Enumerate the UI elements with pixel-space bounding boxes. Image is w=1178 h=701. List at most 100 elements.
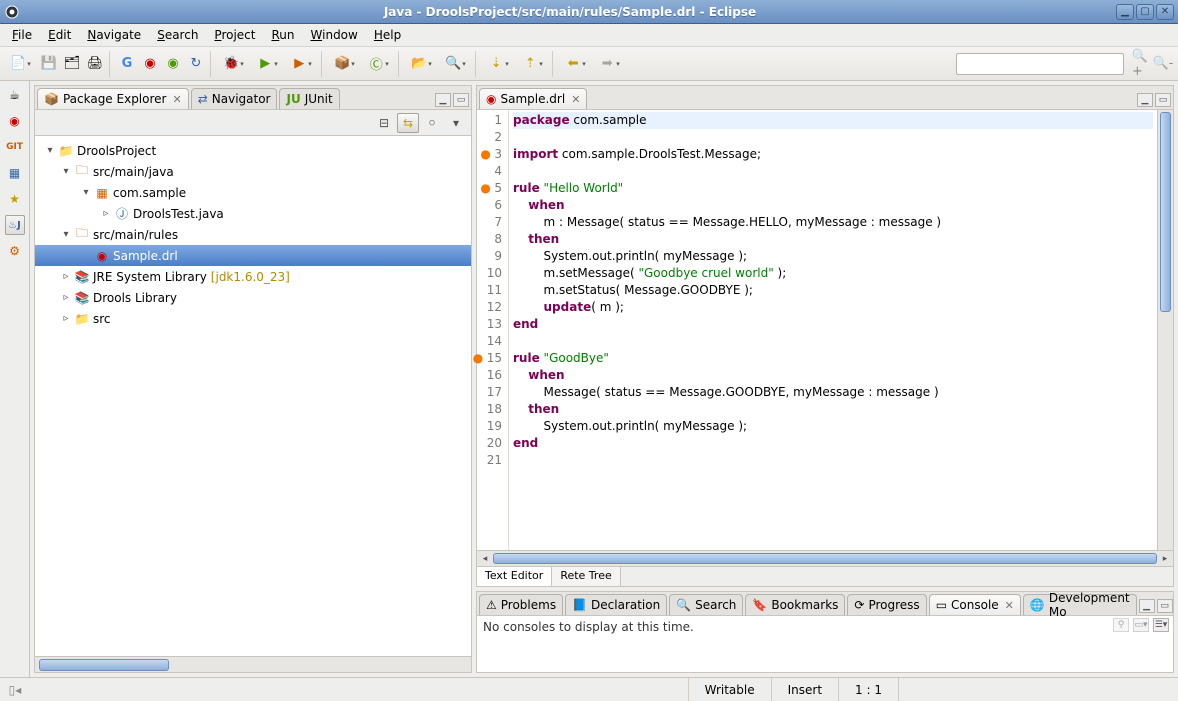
collapse-all-button[interactable]: ⊟ [373, 113, 395, 133]
expand-toggle-icon[interactable]: ▹ [99, 208, 113, 219]
filters-button[interactable]: ⚪ [421, 113, 443, 133]
view-tab-package-explorer[interactable]: 📦Package Explorer✕ [37, 88, 189, 109]
view-menu-button[interactable]: ▾ [445, 113, 467, 133]
app-icon [4, 4, 20, 20]
back-button[interactable]: ⬅▾ [559, 51, 592, 77]
new-button[interactable]: 📄▾ [4, 51, 37, 77]
maximize-view-button[interactable]: ▭ [1155, 93, 1171, 107]
editor-subtab-text-editor[interactable]: Text Editor [477, 567, 552, 586]
maximize-button[interactable]: ▢ [1136, 4, 1154, 20]
tree-item[interactable]: ▾📁DroolsProject [35, 140, 471, 161]
new-class-button[interactable]: Ⓒ▾ [362, 51, 395, 77]
fastview-data-button[interactable]: ▦ [5, 163, 25, 183]
menu-search[interactable]: Search [149, 25, 206, 45]
red-tool-button[interactable]: ◉ [139, 51, 161, 77]
editor-horizontal-scrollbar[interactable]: ◂▸ [477, 550, 1173, 566]
open-type-button[interactable]: 📂▾ [405, 51, 438, 77]
menu-window[interactable]: Window [303, 25, 366, 45]
annotation-prev-button[interactable]: ⇡▾ [516, 51, 549, 77]
menu-help[interactable]: Help [366, 25, 409, 45]
green-tool-button[interactable]: ◉ [162, 51, 184, 77]
tree-item-icon: ▦ [93, 186, 111, 200]
print-button[interactable]: 🖨 [84, 51, 106, 77]
view-tab-navigator[interactable]: ⇄Navigator [191, 88, 278, 109]
fastview-drools-button[interactable]: ◉ [5, 111, 25, 131]
save-all-button[interactable]: 🗂 [61, 51, 83, 77]
editor-subtab-rete-tree[interactable]: Rete Tree [552, 567, 620, 586]
vertical-scrollbar[interactable] [1157, 110, 1173, 550]
refresh-button[interactable]: ↻ [185, 51, 207, 77]
menu-navigate[interactable]: Navigate [79, 25, 149, 45]
annotation-next-button[interactable]: ⇣▾ [482, 51, 515, 77]
google-button[interactable]: G [116, 51, 138, 77]
menu-edit[interactable]: Edit [40, 25, 79, 45]
bottom-tab-console[interactable]: ▭Console✕ [929, 594, 1021, 615]
fastview-other-button[interactable]: ⚙ [5, 241, 25, 261]
zoom-in-button[interactable]: 🔍+ [1129, 51, 1151, 77]
bottom-tab-declaration[interactable]: 📘Declaration [565, 594, 667, 615]
expand-toggle-icon[interactable]: ▾ [59, 229, 73, 240]
tree-item[interactable]: ▹📚Drools Library [35, 287, 471, 308]
tree-item[interactable]: ▹📚JRE System Library[jdk1.6.0_23] [35, 266, 471, 287]
zoom-out-button[interactable]: 🔍- [1152, 51, 1174, 77]
tree-item[interactable]: ◉Sample.drl [35, 245, 471, 266]
tree-item[interactable]: ▹ⒿDroolsTest.java [35, 203, 471, 224]
tree-item[interactable]: ▹📁src [35, 308, 471, 329]
search-button[interactable]: 🔍▾ [439, 51, 472, 77]
quick-access-input[interactable] [956, 53, 1124, 75]
close-icon[interactable]: ✕ [571, 93, 580, 106]
run-last-button[interactable]: ▶▾ [285, 51, 318, 77]
link-with-editor-button[interactable]: ⇆ [397, 113, 419, 133]
expand-toggle-icon[interactable]: ▾ [79, 187, 93, 198]
debug-button[interactable]: 🐞▾ [217, 51, 250, 77]
code-editor[interactable]: package com.sample import com.sample.Dro… [509, 110, 1157, 550]
tree-item[interactable]: ▾▦com.sample [35, 182, 471, 203]
menu-file[interactable]: File [4, 25, 40, 45]
fastview-java-button[interactable]: ☕ [5, 85, 25, 105]
menu-run[interactable]: Run [263, 25, 302, 45]
minimize-view-button[interactable]: ▁ [1137, 93, 1153, 107]
tree-item[interactable]: ▾🗀src/main/rules [35, 224, 471, 245]
close-button[interactable]: ✕ [1156, 4, 1174, 20]
expand-toggle-icon[interactable]: ▾ [59, 166, 73, 177]
bottom-tab-progress[interactable]: ⟳Progress [847, 594, 926, 615]
pin-console-button[interactable]: ⚲ [1113, 618, 1129, 632]
view-tab-junit[interactable]: JUJUnit [279, 88, 339, 109]
new-package-button[interactable]: 📦▾ [328, 51, 361, 77]
minimize-view-button[interactable]: ▁ [435, 93, 451, 107]
fastview-git-button[interactable]: GIT [5, 137, 25, 157]
fastview-search-button[interactable]: ★ [5, 189, 25, 209]
expand-toggle-icon[interactable]: ▹ [59, 271, 73, 282]
menubar: FileEditNavigateSearchProjectRunWindowHe… [0, 24, 1178, 47]
horizontal-scrollbar[interactable] [35, 656, 471, 672]
menu-project[interactable]: Project [206, 25, 263, 45]
editor-gutter[interactable]: 123456789101112131415161718192021 [477, 110, 509, 550]
display-console-button[interactable]: ▭▾ [1133, 618, 1149, 632]
package-explorer-tree[interactable]: ▾📁DroolsProject▾🗀src/main/java▾▦com.samp… [35, 136, 471, 656]
editor-tab-sample[interactable]: ◉ Sample.drl ✕ [479, 88, 587, 109]
tree-item[interactable]: ▾🗀src/main/java [35, 161, 471, 182]
open-console-button[interactable]: ☰▾ [1153, 618, 1169, 632]
minimize-view-button[interactable]: ▁ [1139, 599, 1155, 613]
close-icon[interactable]: ✕ [1005, 599, 1014, 612]
close-icon[interactable]: ✕ [172, 93, 181, 106]
forward-button[interactable]: ➡▾ [593, 51, 626, 77]
tab-icon: 🔍 [676, 598, 691, 612]
maximize-view-button[interactable]: ▭ [1157, 599, 1173, 613]
expand-toggle-icon[interactable]: ▹ [59, 292, 73, 303]
tree-item-label: src [93, 312, 111, 326]
save-button[interactable]: 💾 [38, 51, 60, 77]
tree-item-label: com.sample [113, 186, 186, 200]
fastview-indicator-icon[interactable]: ▯◂ [9, 683, 22, 697]
bottom-tab-bookmarks[interactable]: 🔖Bookmarks [745, 594, 845, 615]
expand-toggle-icon[interactable]: ▹ [59, 313, 73, 324]
tab-icon: 🔖 [752, 598, 767, 612]
minimize-button[interactable]: ▁ [1116, 4, 1134, 20]
fastview-java-persp-button[interactable]: ♨J [5, 215, 25, 235]
expand-toggle-icon[interactable]: ▾ [43, 145, 57, 156]
bottom-tab-search[interactable]: 🔍Search [669, 594, 743, 615]
maximize-view-button[interactable]: ▭ [453, 93, 469, 107]
run-button[interactable]: ▶▾ [251, 51, 284, 77]
bottom-tab-development-mo[interactable]: 🌐Development Mo [1023, 594, 1137, 615]
bottom-tab-problems[interactable]: ⚠Problems [479, 594, 563, 615]
